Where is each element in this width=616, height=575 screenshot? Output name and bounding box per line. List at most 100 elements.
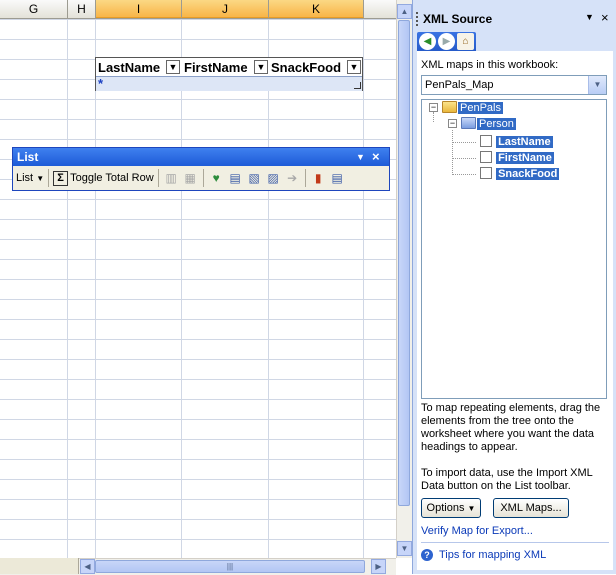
autofilter-dropdown-icon[interactable]: ▼ bbox=[166, 60, 180, 74]
tree-node-field[interactable]: LastName bbox=[480, 135, 553, 149]
list-insert-row[interactable]: * bbox=[96, 76, 362, 91]
maps-label: XML maps in this workbook: bbox=[421, 59, 559, 71]
gridline bbox=[95, 19, 96, 558]
column-headers: G H I J K bbox=[0, 0, 396, 19]
list-header-lastname[interactable]: LastName bbox=[96, 59, 160, 76]
horizontal-scroll-thumb[interactable]: ||| bbox=[95, 560, 365, 573]
scroll-up-icon[interactable]: ▲ bbox=[397, 4, 412, 19]
xml-maps-button[interactable]: XML Maps... bbox=[493, 498, 569, 518]
list-menu-label: List bbox=[16, 172, 34, 184]
list-toolbar[interactable]: List ▼ × List ▼ Σ Toggle Total Row ▥ ▦ ♥… bbox=[12, 147, 390, 191]
chevron-down-icon: ▼ bbox=[36, 174, 45, 183]
gridline bbox=[181, 19, 182, 558]
tree-line bbox=[452, 174, 476, 175]
tree-line bbox=[452, 158, 476, 159]
tips-link-label: Tips for mapping XML bbox=[439, 549, 547, 561]
toolbar-separator bbox=[304, 169, 306, 187]
tree-node-field[interactable]: FirstName bbox=[480, 151, 554, 165]
verify-map-link[interactable]: Verify Map for Export... bbox=[421, 525, 533, 537]
element-icon bbox=[480, 167, 492, 179]
pane-navigation: ◀ ▶ ⌂ bbox=[417, 32, 476, 53]
xml-map-properties-icon[interactable]: ♥ bbox=[208, 170, 225, 187]
list-header-firstname[interactable]: FirstName bbox=[182, 59, 248, 76]
scroll-down-icon[interactable]: ▼ bbox=[397, 541, 412, 556]
column-header-j[interactable]: J bbox=[182, 0, 269, 18]
home-icon[interactable]: ⌂ bbox=[457, 33, 474, 50]
help-text-import: To import data, use the Import XML Data … bbox=[421, 467, 593, 492]
tree-node-label: PenPals bbox=[458, 102, 503, 114]
sheet-tab-area[interactable] bbox=[0, 558, 79, 574]
column-header-l[interactable] bbox=[364, 0, 396, 18]
insert-row-marker: * bbox=[98, 76, 104, 91]
toolbar-separator bbox=[202, 169, 204, 187]
gridline bbox=[67, 19, 68, 558]
scroll-left-icon[interactable]: ◀ bbox=[80, 559, 95, 574]
repeating-folder-icon bbox=[461, 117, 476, 129]
element-icon bbox=[480, 151, 492, 163]
gridline bbox=[268, 19, 269, 558]
tree-node-label: FirstName bbox=[496, 152, 554, 164]
publish-list-icon[interactable]: ➔ bbox=[284, 170, 301, 187]
list-toolbar-title-bar[interactable]: List ▼ × bbox=[13, 148, 389, 166]
list-resize-handle[interactable] bbox=[354, 82, 361, 89]
vertical-scrollbar[interactable]: ▲ ▼ bbox=[396, 0, 412, 558]
worksheet[interactable]: G H I J K LastName ▼ FirstName ▼ SnackFo… bbox=[0, 0, 396, 558]
vertical-scroll-thumb[interactable] bbox=[398, 20, 410, 506]
help-icon: ? bbox=[421, 549, 433, 561]
import-xml-icon[interactable]: ▤ bbox=[227, 170, 244, 187]
xml-map-select[interactable]: PenPals_Map ▼ bbox=[421, 75, 607, 95]
toggle-total-row-button[interactable]: Toggle Total Row bbox=[70, 172, 154, 184]
list-toolbar-title: List bbox=[17, 150, 39, 164]
options-button[interactable]: Options ▼ bbox=[421, 498, 481, 518]
help-text-mapping: To map repeating elements, drag the elem… bbox=[421, 402, 601, 453]
tree-line bbox=[452, 142, 476, 143]
column-header-h[interactable]: H bbox=[68, 0, 96, 18]
xml-list[interactable]: LastName ▼ FirstName ▼ SnackFood ▼ * bbox=[95, 57, 363, 91]
forward-icon[interactable]: ▶ bbox=[438, 33, 455, 50]
scroll-right-icon[interactable]: ▶ bbox=[371, 559, 386, 574]
close-icon[interactable]: × bbox=[601, 10, 609, 25]
resize-list-icon[interactable]: ▥ bbox=[163, 170, 180, 187]
autofilter-dropdown-icon[interactable]: ▼ bbox=[347, 60, 361, 74]
options-label: Options bbox=[426, 502, 465, 514]
export-xml-icon[interactable]: ▧ bbox=[246, 170, 263, 187]
pane-body: XML maps in this workbook: PenPals_Map ▼… bbox=[417, 51, 613, 570]
autofilter-dropdown-icon[interactable]: ▼ bbox=[254, 60, 268, 74]
toolbar-separator bbox=[48, 169, 50, 187]
refresh-xml-icon[interactable]: ▨ bbox=[265, 170, 282, 187]
convert-to-range-icon[interactable]: ▦ bbox=[182, 170, 199, 187]
folder-open-icon bbox=[442, 101, 457, 113]
list-header-snackfood[interactable]: SnackFood bbox=[269, 59, 341, 76]
close-icon[interactable]: × bbox=[372, 148, 380, 166]
list-menu-button[interactable]: List ▼ bbox=[16, 172, 44, 184]
tree-node-repeating[interactable]: Person bbox=[461, 117, 516, 131]
chevron-down-icon: ▼ bbox=[467, 504, 476, 513]
back-icon[interactable]: ◀ bbox=[419, 33, 436, 50]
print-list-icon[interactable]: ▤ bbox=[329, 170, 346, 187]
xml-tree[interactable]: − PenPals − Person LastName FirstName Sn… bbox=[421, 99, 607, 399]
tree-line bbox=[433, 112, 434, 122]
toolbar-options-icon[interactable]: ▼ bbox=[356, 148, 365, 166]
column-header-k[interactable]: K bbox=[269, 0, 364, 18]
tree-node-field[interactable]: SnackFood bbox=[480, 167, 560, 181]
tips-link[interactable]: ? Tips for mapping XML bbox=[421, 549, 546, 561]
chart-icon[interactable]: ▮ bbox=[310, 170, 327, 187]
collapse-icon[interactable]: − bbox=[429, 103, 438, 112]
column-header-g[interactable]: G bbox=[0, 0, 68, 18]
pane-menu-icon[interactable]: ▼ bbox=[585, 12, 594, 22]
cell-grid[interactable] bbox=[0, 19, 396, 558]
collapse-icon[interactable]: − bbox=[448, 119, 457, 128]
sigma-icon[interactable]: Σ bbox=[53, 170, 69, 186]
tree-line bbox=[452, 130, 453, 175]
xml-source-pane[interactable]: XML Source ▼ × ◀ ▶ ⌂ XML maps in this wo… bbox=[412, 0, 616, 574]
toolbar-separator bbox=[157, 169, 159, 187]
tree-node-label: SnackFood bbox=[496, 168, 560, 180]
tree-node-label: LastName bbox=[496, 136, 553, 148]
selected-map: PenPals_Map bbox=[425, 79, 494, 91]
divider bbox=[421, 542, 609, 543]
column-header-i[interactable]: I bbox=[96, 0, 182, 18]
chevron-down-icon[interactable]: ▼ bbox=[588, 76, 606, 94]
tree-node-label: Person bbox=[477, 118, 516, 130]
tree-node-root[interactable]: PenPals bbox=[442, 101, 503, 115]
gridline bbox=[363, 19, 364, 558]
